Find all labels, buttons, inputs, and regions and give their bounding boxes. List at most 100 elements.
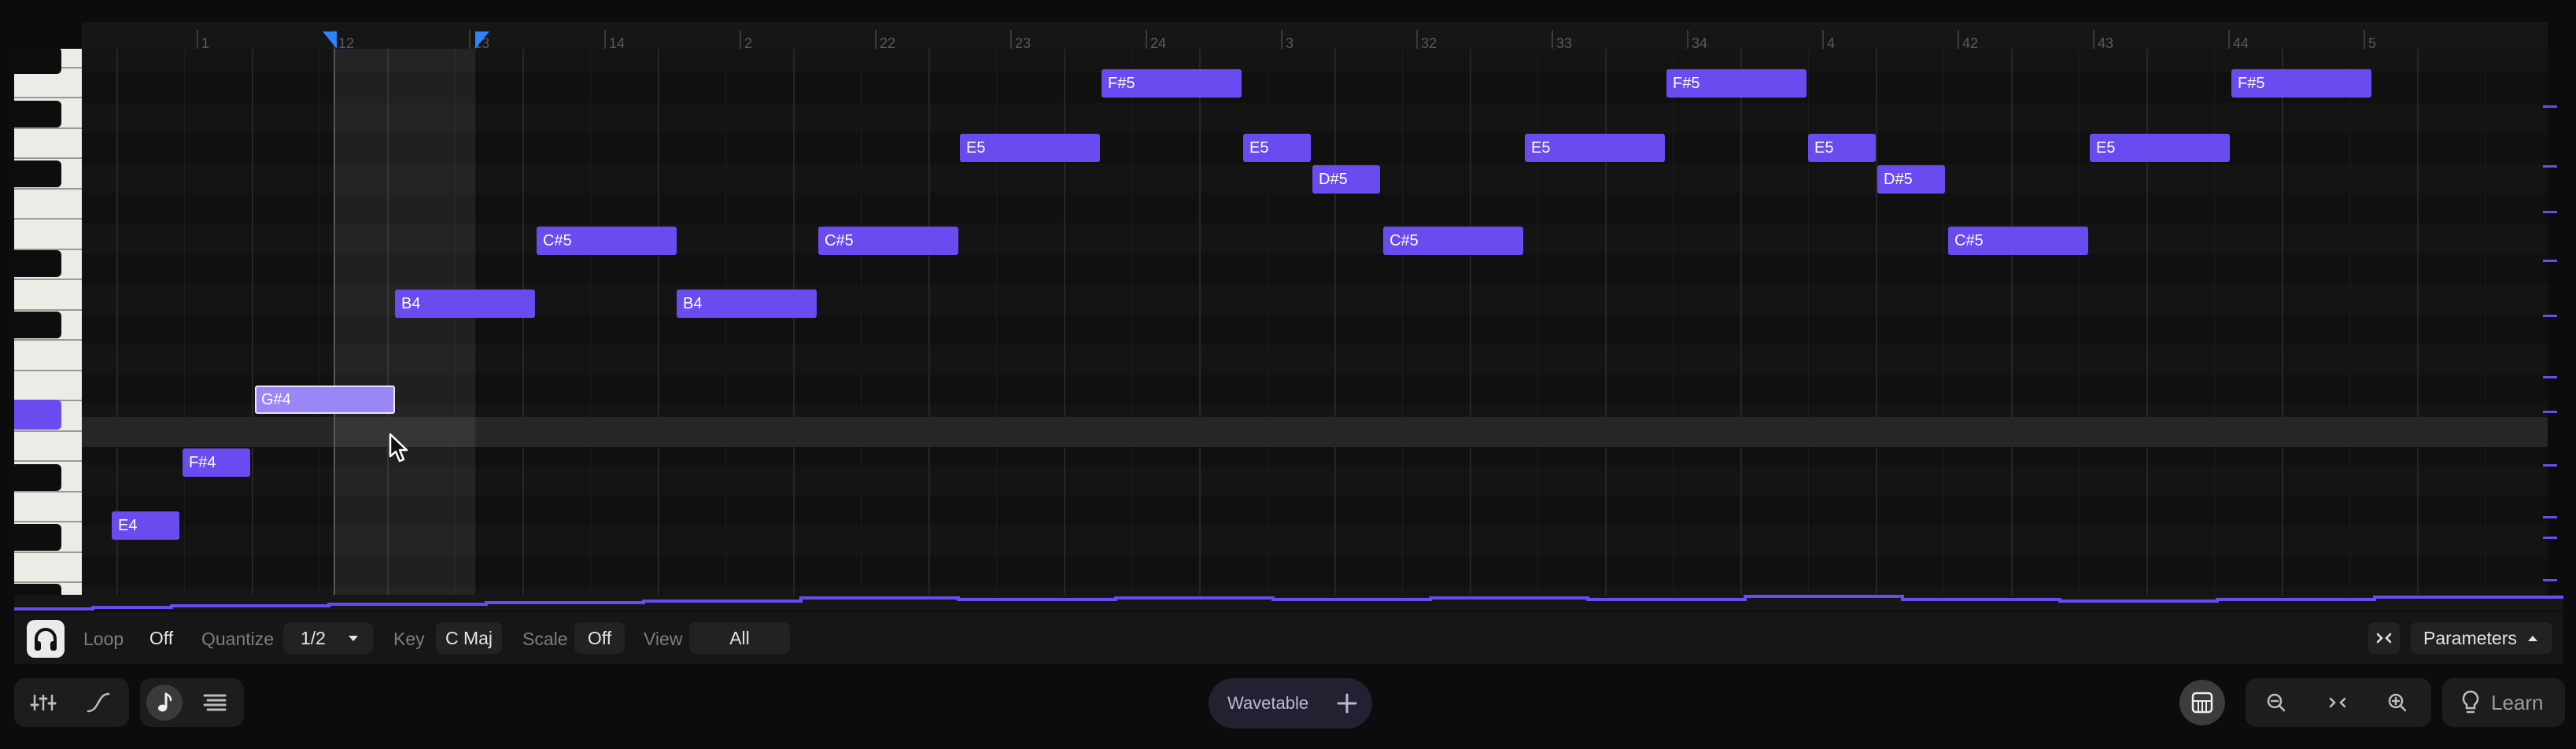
list-view-button[interactable] xyxy=(197,684,233,721)
black-key[interactable] xyxy=(14,524,61,551)
preview-toggle-button[interactable] xyxy=(27,620,65,658)
grid-line xyxy=(861,49,862,595)
collapse-button[interactable] xyxy=(2368,622,2400,654)
note[interactable]: E5 xyxy=(960,134,1100,162)
bottom-toolbar: Wavetable Learn xyxy=(0,667,2576,749)
note[interactable]: B4 xyxy=(677,290,817,318)
note[interactable]: C#5 xyxy=(818,227,958,255)
vertical-scrollbar[interactable] xyxy=(2543,55,2563,590)
loop-toggle[interactable]: Off xyxy=(140,622,183,654)
bar-tick xyxy=(197,30,198,49)
note[interactable]: F#4 xyxy=(183,448,250,477)
instrument-selector[interactable]: Wavetable xyxy=(1209,678,1372,729)
bar-tick xyxy=(1281,30,1282,49)
grid-line xyxy=(658,49,659,595)
zoom-out-button[interactable] xyxy=(2258,684,2294,721)
white-key[interactable] xyxy=(14,492,82,522)
automation-button[interactable] xyxy=(80,684,116,721)
white-key[interactable] xyxy=(14,552,82,583)
sliders-icon xyxy=(30,694,57,711)
black-key[interactable] xyxy=(14,584,61,595)
note[interactable]: D#5 xyxy=(1877,165,1945,194)
piano-roll-toggle-button[interactable] xyxy=(2179,680,2225,725)
grid-line xyxy=(2214,49,2215,595)
grid-line xyxy=(319,49,320,595)
white-key[interactable] xyxy=(14,189,82,220)
instrument-label: Wavetable xyxy=(1227,693,1309,713)
white-key[interactable] xyxy=(14,220,82,250)
notes-view-button[interactable] xyxy=(146,684,183,721)
black-key[interactable] xyxy=(14,250,61,277)
note-selected[interactable]: G#4 xyxy=(255,386,395,414)
loop-start-marker[interactable] xyxy=(323,31,337,49)
grid-line xyxy=(1876,49,1877,595)
loop-region[interactable] xyxy=(334,49,475,595)
fit-button[interactable] xyxy=(2320,684,2356,721)
scroll-marker xyxy=(2543,211,2557,213)
note[interactable]: E5 xyxy=(1525,134,1665,162)
timeline-ruler[interactable]: 1 12 13 14 2 22 23 24 3 32 33 34 4 42 43 44 5 xyxy=(82,22,2548,51)
bar-tick xyxy=(1822,30,1824,49)
note[interactable]: E5 xyxy=(1243,134,1311,162)
zoom-in-button[interactable] xyxy=(2379,684,2415,721)
grid-line xyxy=(1470,49,1471,595)
view-label: View xyxy=(644,629,683,649)
add-instrument-button[interactable] xyxy=(1334,691,1360,716)
grid-line xyxy=(1605,49,1607,595)
grid-line xyxy=(2146,49,2148,595)
note-grid[interactable]: E4 F#4 G#4 B4 C#5 B4 C#5 E5 F#5 E5 D#5 C#5 E5 F#5 E5 D#… xyxy=(82,49,2548,595)
playhead[interactable] xyxy=(334,49,335,595)
curve-icon xyxy=(87,692,110,713)
view-mode-group xyxy=(140,678,244,727)
key-selector[interactable]: C Maj xyxy=(436,622,502,654)
grid-line xyxy=(184,49,185,595)
white-key[interactable] xyxy=(14,431,82,462)
plus-icon xyxy=(1337,693,1357,714)
note[interactable]: C#5 xyxy=(1948,227,2088,255)
white-key[interactable] xyxy=(14,280,82,311)
loop-end-marker[interactable] xyxy=(475,31,489,49)
note[interactable]: E4 xyxy=(112,511,179,540)
note[interactable]: C#5 xyxy=(1383,227,1523,255)
note[interactable]: E5 xyxy=(1808,134,1876,162)
bar-tick xyxy=(1687,30,1688,49)
white-key[interactable] xyxy=(14,128,82,159)
caret-up-icon xyxy=(2528,636,2537,641)
note[interactable]: F#5 xyxy=(1102,69,1242,98)
mixer-button[interactable] xyxy=(25,684,61,721)
collapse-icon xyxy=(2376,633,2392,644)
control-bar: Loop Off Quantize 1/2 Key C Maj Scale Of… xyxy=(14,612,2563,664)
velocity-lane[interactable] xyxy=(14,595,2563,611)
parameters-button[interactable]: Parameters xyxy=(2411,622,2552,654)
black-key[interactable] xyxy=(14,49,61,74)
grid-line xyxy=(1131,49,1132,595)
white-key[interactable] xyxy=(14,371,82,401)
black-key[interactable] xyxy=(14,160,61,187)
bar-tick xyxy=(875,30,877,49)
learn-label: Learn xyxy=(2491,691,2544,714)
grid-line xyxy=(1064,49,1065,595)
note[interactable]: B4 xyxy=(395,290,535,318)
note[interactable]: C#5 xyxy=(537,227,677,255)
bar-tick xyxy=(2364,30,2365,49)
black-key[interactable] xyxy=(14,101,61,127)
bar-tick xyxy=(1552,30,1553,49)
note[interactable]: F#5 xyxy=(1666,69,1807,98)
active-key[interactable] xyxy=(14,400,61,430)
bar-tick xyxy=(1010,30,1012,49)
view-selector[interactable]: All xyxy=(689,622,790,654)
note[interactable]: D#5 xyxy=(1312,165,1380,194)
bar-tick xyxy=(2228,30,2230,49)
black-key[interactable] xyxy=(14,312,61,338)
scale-selector[interactable]: Off xyxy=(574,622,625,654)
note[interactable]: E5 xyxy=(2090,134,2230,162)
learn-button[interactable]: Learn xyxy=(2442,678,2565,727)
grid-line xyxy=(1673,49,1674,595)
white-key[interactable] xyxy=(14,341,82,371)
note[interactable]: F#5 xyxy=(2231,69,2371,98)
quantize-dropdown[interactable]: 1/2 xyxy=(283,622,373,654)
piano-keyboard[interactable] xyxy=(14,49,82,595)
black-key[interactable] xyxy=(14,464,61,491)
lightbulb-icon xyxy=(2462,690,2479,714)
grid-line xyxy=(793,49,795,595)
